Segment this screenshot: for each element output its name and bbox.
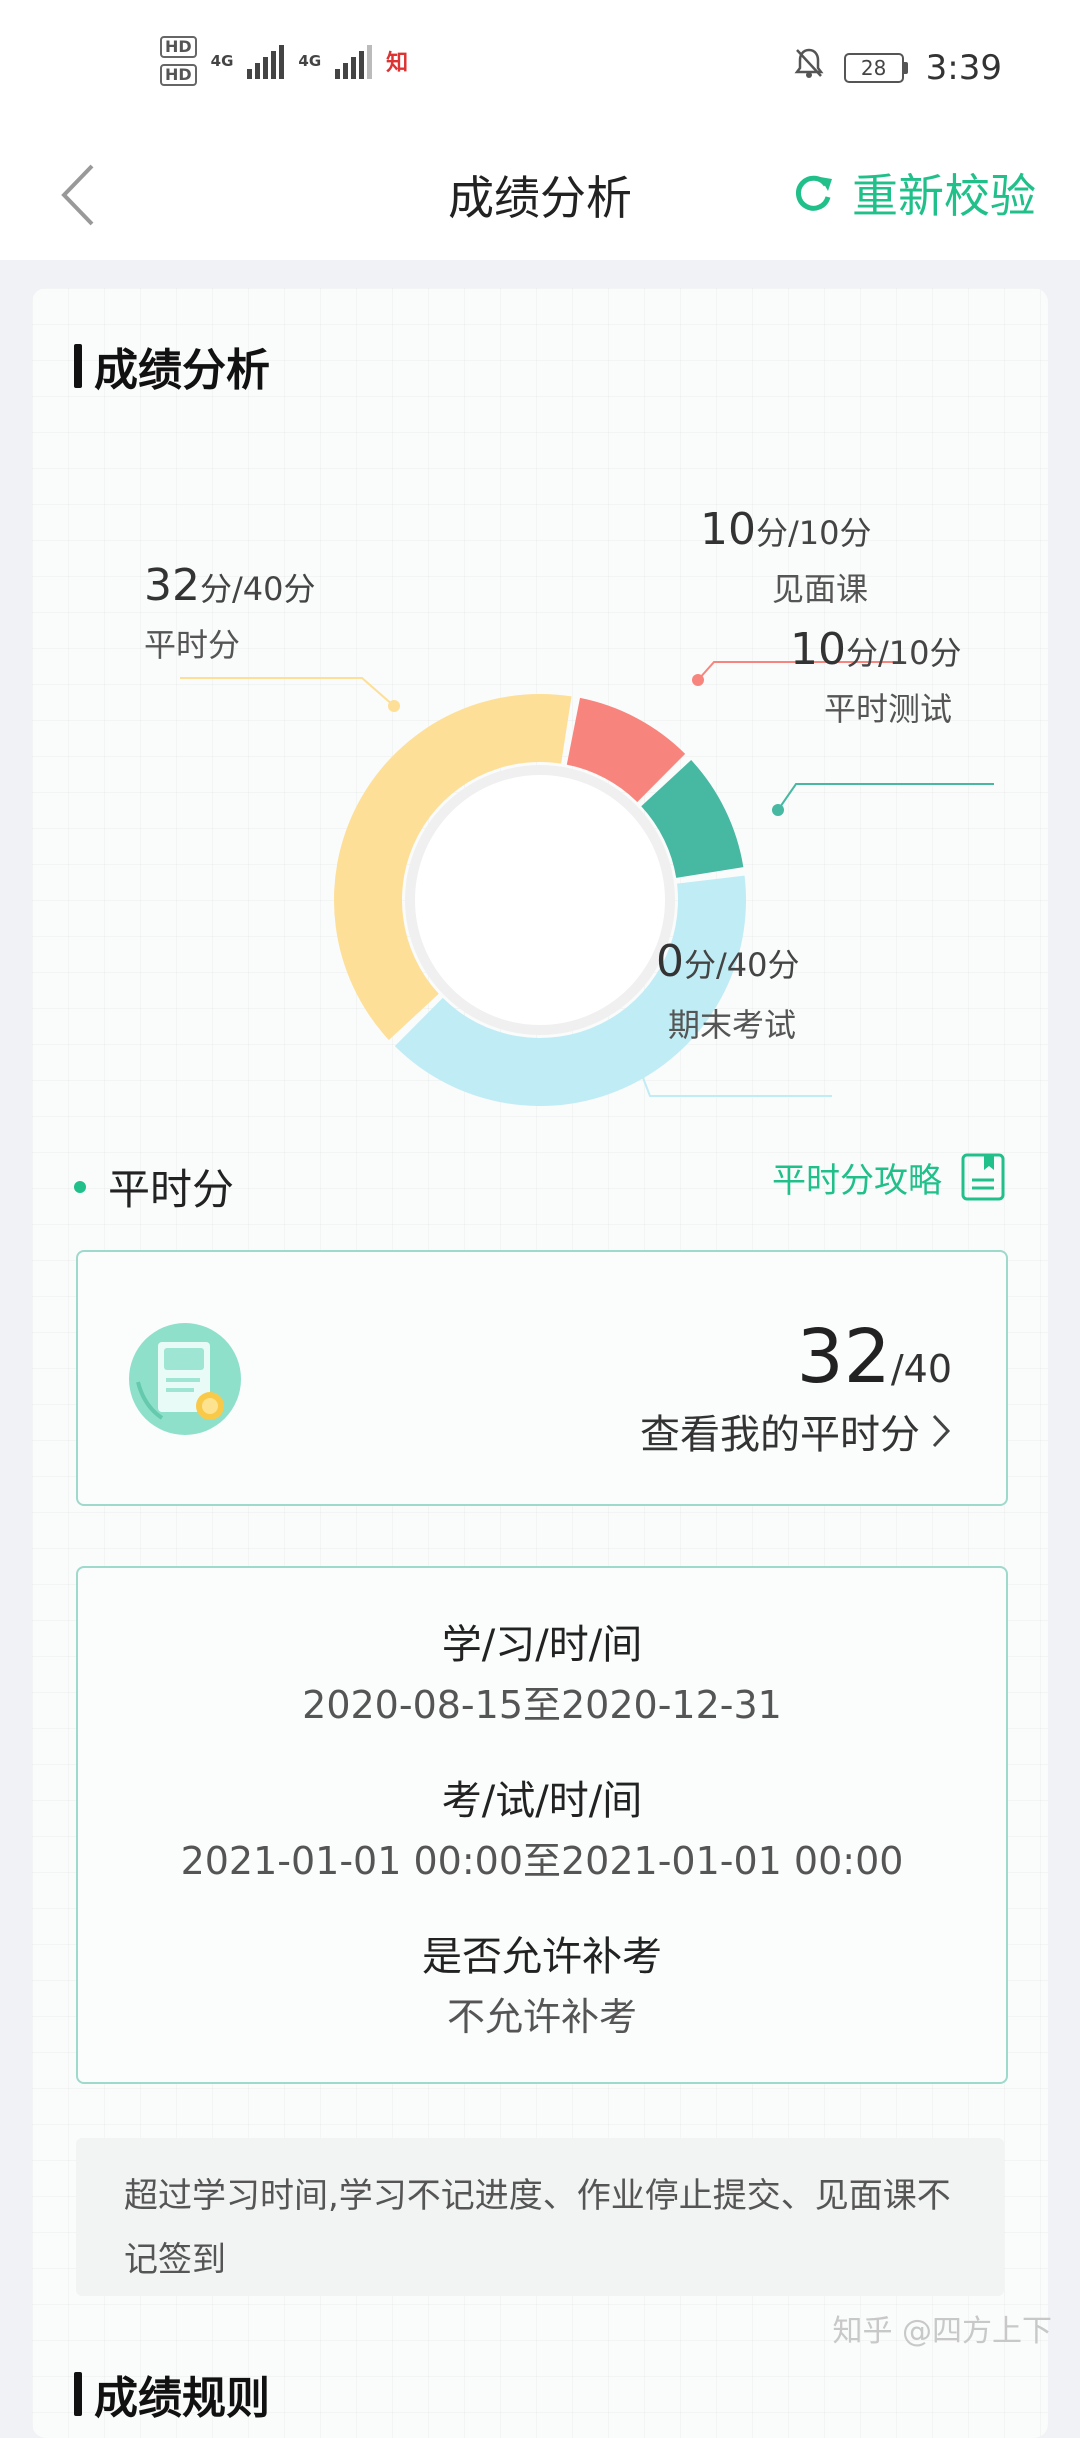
notification-app-icon: 知	[386, 51, 409, 76]
watermark: 知乎 @四方上下	[832, 2314, 1052, 2349]
battery-icon: 28	[843, 52, 908, 83]
study-note-box: 超过学习时间,学习不记进度、作业停止提交、见面课不记签到	[76, 2138, 1004, 2296]
regular-score-heading: 平时分	[74, 1156, 234, 1217]
strategy-label: 平时分攻略	[772, 1160, 942, 1201]
leader-dot-1	[692, 674, 704, 686]
leader-line-2	[777, 783, 994, 811]
status-right: 28 3:39	[792, 46, 1002, 89]
leader-dot-0	[388, 700, 400, 712]
slice-name-final: 期末考试	[668, 1006, 797, 1044]
revalidate-label: 重新校验	[852, 169, 1036, 223]
bell-muted-icon	[792, 46, 826, 89]
slice-label-quiz: 10分/10分	[790, 624, 962, 675]
slice-label-regular: 32分/40分	[144, 560, 316, 611]
view-score-label: 查看我的平时分	[640, 1412, 920, 1458]
course-info-box: 学/习/时/间 2020-08-15至2020-12-31 考/试/时/间 20…	[76, 1566, 1008, 2084]
regular-heading-text: 平时分	[108, 1165, 235, 1214]
hd2-badge: HD	[160, 64, 197, 86]
slice-name-meeting: 见面课	[772, 570, 869, 608]
donut-center	[405, 765, 675, 1035]
refresh-icon	[795, 175, 832, 211]
clock: 3:39	[925, 47, 1002, 88]
rules-title-text: 成绩规则	[94, 2373, 270, 2424]
leader-dot-2	[772, 804, 784, 816]
analysis-section-title: 成绩分析	[74, 334, 270, 398]
leader-line-3	[639, 1069, 832, 1097]
score-card: 成绩分析 32分/40分 平时分 10分/10分 见面课 10分/10分 平时测…	[32, 288, 1048, 2438]
signal1-icon	[247, 43, 285, 79]
exam-time-label: 考/试/时/间	[441, 1778, 643, 1824]
slice-label-final: 0分/40分	[656, 936, 800, 987]
study-time-label: 学/习/时/间	[441, 1622, 643, 1668]
network1-label: 4G	[210, 52, 234, 70]
battery-level: 28	[843, 52, 904, 83]
hd1-badge: HD	[160, 36, 197, 58]
hd-indicators: HD HD	[160, 36, 197, 86]
view-my-score-link[interactable]: 查看我的平时分	[640, 1402, 952, 1460]
rules-section-title: 成绩规则	[74, 2362, 270, 2426]
regular-strategy-link[interactable]: 平时分攻略	[772, 1152, 1006, 1202]
regular-score-value: 32/40	[796, 1314, 952, 1400]
certificate-badge-icon	[129, 1323, 241, 1435]
makeup-exam-value: 不允许补考	[446, 1995, 637, 2039]
slice-name-quiz: 平时测试	[824, 690, 953, 728]
status-bar: HD HD 4G 4G 知 28 3:39	[0, 0, 1080, 130]
analysis-title-text: 成绩分析	[94, 345, 270, 396]
guide-book-icon	[961, 1153, 1005, 1201]
slice-name-regular: 平时分	[144, 626, 241, 664]
revalidate-button[interactable]: 重新校验	[792, 160, 1036, 226]
network2-label: 4G	[298, 52, 322, 70]
study-time-value: 2020-08-15至2020-12-31	[302, 1683, 782, 1727]
regular-score-box[interactable]: 32/40 查看我的平时分	[76, 1250, 1008, 1506]
leader-dot-3	[634, 1064, 646, 1076]
slice-label-meeting: 10分/10分	[700, 504, 872, 555]
makeup-exam-label: 是否允许补考	[422, 1934, 662, 1980]
signal2-icon	[335, 43, 373, 79]
nav-bar: 成绩分析 重新校验	[0, 130, 1080, 260]
bullet-dot-icon	[74, 1180, 86, 1193]
status-left: HD HD 4G 4G 知	[160, 36, 408, 86]
leader-line-0	[180, 677, 395, 707]
score-donut-chart: 32分/40分 平时分 10分/10分 见面课 10分/10分 平时测试 0分/…	[32, 468, 1048, 1368]
chevron-right-icon	[932, 1414, 951, 1448]
exam-time-value: 2021-01-01 00:00至2021-01-01 00:00	[180, 1839, 904, 1883]
study-note-text: 超过学习时间,学习不记进度、作业停止提交、见面课不记签到	[124, 2176, 951, 2280]
